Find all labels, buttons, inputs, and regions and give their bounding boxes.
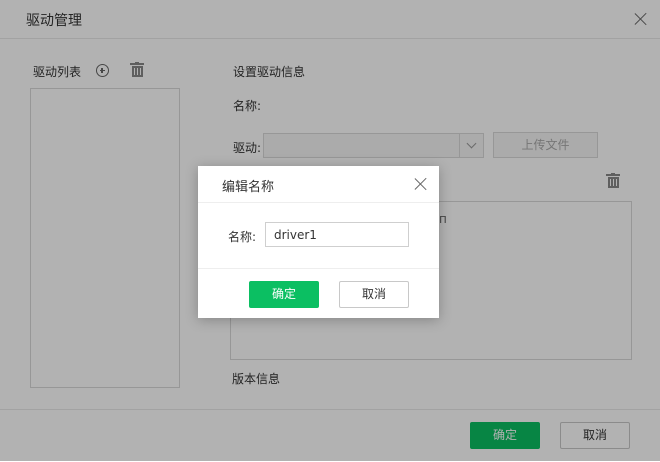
name-input[interactable]	[265, 222, 409, 247]
edit-dialog-header: 编辑名称	[198, 166, 439, 203]
name-label: 名称:	[228, 230, 257, 244]
confirm-button[interactable]: 确定	[249, 281, 319, 308]
cancel-button[interactable]: 取消	[339, 281, 409, 308]
close-icon[interactable]	[414, 177, 428, 191]
edit-dialog-footer: 确定 取消	[198, 268, 439, 319]
edit-dialog-title: 编辑名称	[222, 180, 275, 195]
edit-name-dialog: 编辑名称 名称: 确定 取消	[198, 166, 439, 318]
